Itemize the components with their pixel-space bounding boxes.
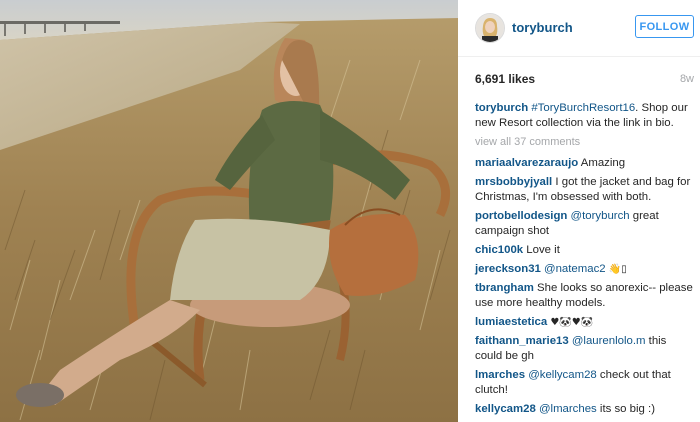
comment-item: tbrangham She looks so anorexic-- please… xyxy=(475,281,694,311)
comment-username[interactable]: mariaalvarezaraujo xyxy=(475,157,578,169)
post-header: toryburch FOLLOW xyxy=(458,0,700,57)
comment-username[interactable]: lmarches xyxy=(475,369,525,381)
post-sidebar: toryburch FOLLOW 6,691 likes 8w toryburc… xyxy=(458,0,700,422)
comment-item: lumiaestetica ♥🐼♥🐼 xyxy=(475,315,694,330)
comments-list: toryburch #ToryBurchResort16. Shop our n… xyxy=(475,101,694,421)
comment-mention[interactable]: @natemac2 xyxy=(541,263,606,275)
comment-mention[interactable]: @toryburch xyxy=(567,210,630,222)
comment-text: its so big :) xyxy=(596,403,655,415)
comment-item: faithann_marie13 @laurenlolo.m this coul… xyxy=(475,334,694,364)
comment-username[interactable]: tbrangham xyxy=(475,282,534,294)
instagram-post: toryburch FOLLOW 6,691 likes 8w toryburc… xyxy=(0,0,700,422)
profile-avatar-icon[interactable] xyxy=(475,13,505,43)
caption-hashtag[interactable]: #ToryBurchResort16 xyxy=(531,102,635,114)
post-age[interactable]: 8w xyxy=(680,73,694,85)
comment-item: chic100k Love it xyxy=(475,243,694,258)
comment-item: kellycam28 @lmarches its so big :) xyxy=(475,402,694,417)
comment-username[interactable]: chic100k xyxy=(475,244,523,256)
comment-text: Love it xyxy=(523,244,560,256)
comment-username[interactable]: kellycam28 xyxy=(475,403,536,415)
comment-mention[interactable]: @laurenlolo.m xyxy=(569,335,646,347)
comment-item: portobellodesign @toryburch great campai… xyxy=(475,209,694,239)
comment-mention[interactable]: @lmarches xyxy=(536,403,597,415)
post-caption: toryburch #ToryBurchResort16. Shop our n… xyxy=(475,101,694,131)
comment-text: ♥🐼♥🐼 xyxy=(547,317,594,328)
comment-username[interactable]: portobellodesign xyxy=(475,210,567,222)
comment-text: 👋▯ xyxy=(605,264,627,275)
comment-item: lmarches @kellycam28 check out that clut… xyxy=(475,368,694,398)
comment-username[interactable]: lumiaestetica xyxy=(475,316,547,328)
comment-item: mrsbobbyjyall I got the jacket and bag f… xyxy=(475,175,694,205)
post-stats: 6,691 likes 8w xyxy=(475,72,694,90)
fashion-photo-illustration xyxy=(0,0,458,422)
comment-item: mariaalvarezaraujo Amazing xyxy=(475,156,694,171)
caption-username[interactable]: toryburch xyxy=(475,102,528,114)
post-author-username[interactable]: toryburch xyxy=(512,20,573,35)
comment-item: jereckson31 @natemac2 👋▯ xyxy=(475,262,694,277)
likes-count[interactable]: 6,691 likes xyxy=(475,72,535,86)
comment-username[interactable]: jereckson31 xyxy=(475,263,541,275)
comment-username[interactable]: faithann_marie13 xyxy=(475,335,569,347)
comment-text: Amazing xyxy=(578,157,626,169)
comment-username[interactable]: mrsbobbyjyall xyxy=(475,176,552,188)
comment-mention[interactable]: @kellycam28 xyxy=(525,369,597,381)
follow-button[interactable]: FOLLOW xyxy=(635,15,694,38)
view-all-comments-link[interactable]: view all 37 comments xyxy=(475,135,694,150)
post-photo[interactable] xyxy=(0,0,458,422)
